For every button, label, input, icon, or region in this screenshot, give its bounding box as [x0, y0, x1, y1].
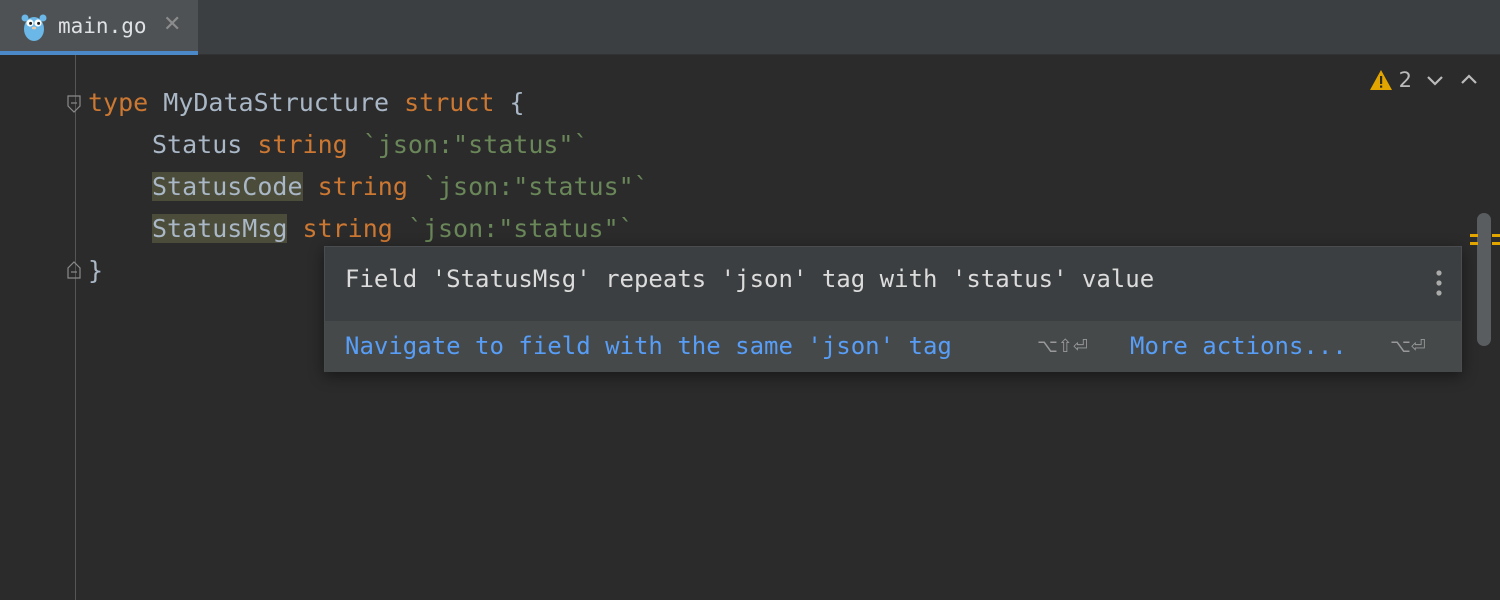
type-name: MyDataStructure: [163, 88, 390, 117]
field-name: Status: [152, 130, 243, 159]
navigate-to-field-action[interactable]: Navigate to field with the same 'json' t…: [345, 332, 952, 360]
field-tag: `json:"status"`: [407, 214, 634, 243]
code-line-1: type MyDataStructure struct {: [88, 82, 525, 124]
more-actions-link[interactable]: More actions...: [1130, 332, 1347, 360]
chevron-down-icon[interactable]: [1424, 69, 1446, 91]
field-tag: `json:"status"`: [422, 172, 649, 201]
more-actions-shortcut: ⌥⏎: [1390, 336, 1426, 357]
code-line-5: }: [88, 250, 103, 292]
close-brace: }: [88, 256, 104, 285]
tab-label: main.go: [58, 14, 147, 38]
code-line-2: Status string `json:"status"`: [152, 124, 589, 166]
chevron-up-icon[interactable]: [1458, 69, 1480, 91]
close-tab-icon[interactable]: ✕: [163, 13, 181, 37]
inspection-popup: Field 'StatusMsg' repeats 'json' tag wit…: [324, 246, 1462, 372]
field-type: string: [302, 214, 393, 243]
gutter-divider: [75, 55, 76, 600]
field-type: string: [317, 172, 408, 201]
inspection-widget[interactable]: 2: [1369, 68, 1480, 92]
code-line-4: StatusMsg string `json:"status"`: [152, 208, 634, 250]
keyword-struct: struct: [404, 88, 495, 117]
code-line-3: StatusCode string `json:"status"`: [152, 166, 649, 208]
gopher-icon: [21, 14, 47, 41]
popup-actions-bar: Navigate to field with the same 'json' t…: [325, 321, 1461, 372]
open-brace: {: [509, 88, 525, 117]
popup-message: Field 'StatusMsg' repeats 'json' tag wit…: [345, 265, 1155, 293]
field-type: string: [257, 130, 348, 159]
warning-count: 2: [1398, 68, 1412, 92]
warning-icon: [1369, 70, 1392, 90]
fold-start-icon[interactable]: [67, 95, 81, 113]
tab-main-go[interactable]: main.go ✕: [0, 0, 198, 55]
field-name: StatusCode: [152, 172, 303, 201]
keyword-type: type: [88, 88, 149, 117]
field-tag: `json:"status"`: [362, 130, 589, 159]
navigate-shortcut: ⌥⇧⏎: [1037, 336, 1088, 357]
editor-tab-bar: main.go ✕: [0, 0, 1500, 55]
fold-end-icon[interactable]: [67, 261, 81, 279]
field-name: StatusMsg: [152, 214, 288, 243]
more-options-icon[interactable]: [1435, 269, 1443, 297]
warning-stripe-marker[interactable]: [1470, 232, 1500, 248]
